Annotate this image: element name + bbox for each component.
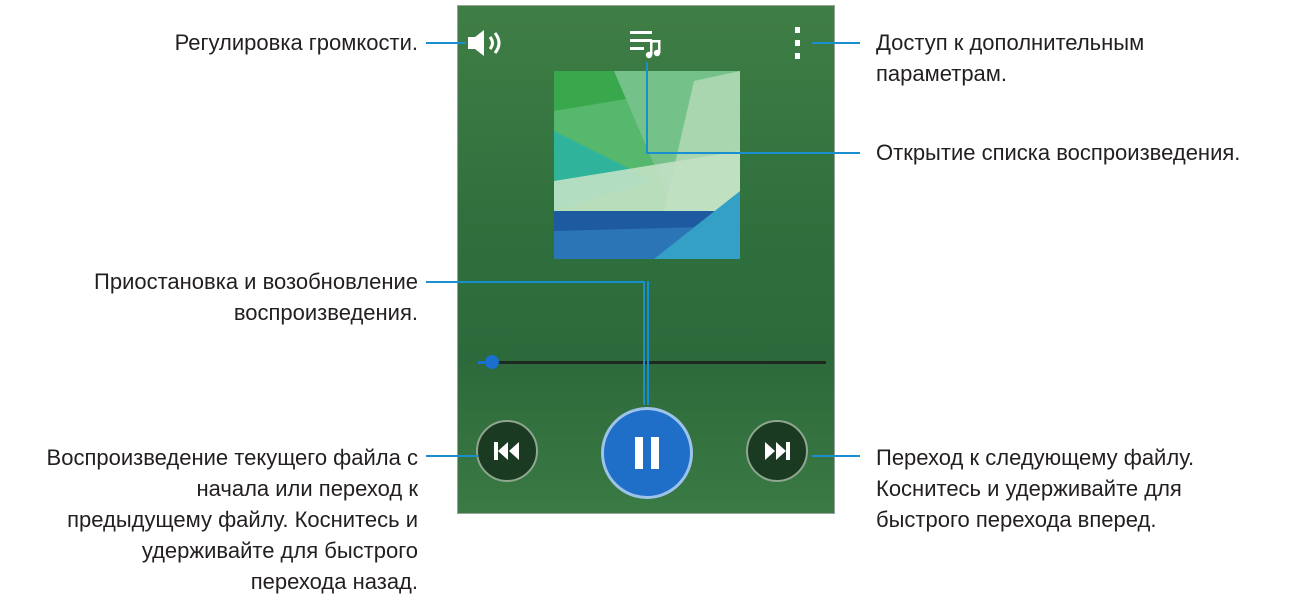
playlist-icon <box>630 31 661 59</box>
pause-leader-vertical <box>643 281 645 405</box>
previous-callout-line2: начала или переход к <box>196 476 418 501</box>
next-leader-line <box>812 455 860 457</box>
playlist-callout: Открытие списка воспроизведения. <box>876 140 1241 165</box>
pause-icon <box>635 437 659 469</box>
previous-callout-line5: перехода назад. <box>250 569 418 594</box>
previous-callout-line4: удерживайте для быстрого <box>141 538 418 563</box>
speaker-volume-icon <box>468 30 501 56</box>
next-button[interactable] <box>746 420 808 482</box>
more-options-callout-line1: Доступ к дополнительным <box>876 30 1145 55</box>
next-callout-line1: Переход к следующему файлу. <box>876 445 1195 470</box>
more-options-icon <box>795 27 800 59</box>
volume-button[interactable] <box>466 28 510 60</box>
pause-leader-horizontal <box>426 281 644 283</box>
more-options-leader-line <box>812 42 860 44</box>
previous-leader-line <box>426 455 478 457</box>
playlist-leader-horizontal <box>646 152 860 154</box>
previous-button[interactable] <box>476 420 538 482</box>
previous-callout-line1: Воспроизведение текущего файла с <box>46 445 418 470</box>
previous-callout: Воспроизведение текущего файла с начала … <box>47 442 418 597</box>
previous-track-icon <box>494 442 519 460</box>
next-track-icon <box>765 442 790 460</box>
volume-callout: Регулировка громкости. <box>174 30 418 55</box>
more-options-callout-line2: параметрам. <box>876 61 1008 86</box>
pause-resume-callout-line2: воспроизведения. <box>233 300 418 325</box>
progress-handle[interactable] <box>484 355 499 369</box>
more-options-callout: Доступ к дополнительным параметрам. <box>876 29 1144 88</box>
pause-resume-callout: Приостановка и возобновление воспроизвед… <box>94 268 418 327</box>
next-callout-line3: быстрого перехода вперед. <box>876 507 1157 532</box>
pause-resume-callout-line1: Приостановка и возобновление <box>94 269 418 294</box>
previous-callout-line3: предыдущему файлу. Коснитесь и <box>67 507 418 532</box>
playlist-button[interactable] <box>628 28 668 60</box>
progress-bar[interactable] <box>478 361 826 364</box>
playlist-leader-vertical <box>646 62 648 153</box>
more-options-button[interactable] <box>788 24 808 64</box>
next-callout: Переход к следующему файлу. Коснитесь и … <box>876 442 1194 535</box>
pause-leader-vertical-2 <box>647 281 649 405</box>
next-callout-line2: Коснитесь и удерживайте для <box>876 476 1182 501</box>
pause-button[interactable] <box>601 407 693 499</box>
volume-leader-line <box>426 42 466 44</box>
